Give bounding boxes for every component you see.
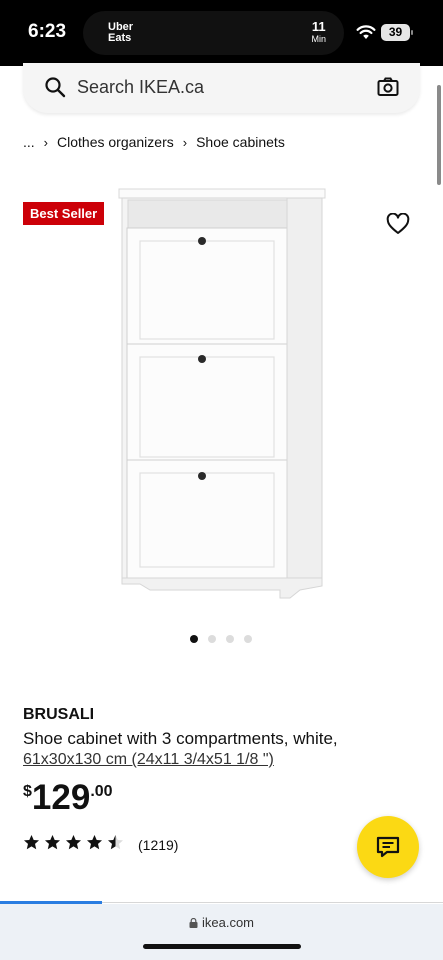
breadcrumb-item-shoe-cabinets[interactable]: Shoe cabinets <box>196 134 285 150</box>
product-image[interactable] <box>110 186 336 606</box>
search-bar[interactable]: Search IKEA.ca <box>23 63 420 113</box>
price-cents: .00 <box>90 783 113 800</box>
gallery-pagination[interactable] <box>190 635 252 643</box>
price-currency: $ <box>23 783 32 800</box>
camera-icon[interactable] <box>377 76 399 98</box>
breadcrumb-ellipsis[interactable]: ... <box>23 134 35 150</box>
chevron-right-icon: › <box>182 134 188 150</box>
url-display[interactable]: ikea.com <box>0 915 443 930</box>
star-icon <box>107 834 128 856</box>
chat-button[interactable] <box>357 816 419 878</box>
star-icon <box>86 834 107 856</box>
product-size-link[interactable]: 61x30x130 cm (24x11 3/4x51 1/8 ") <box>23 751 274 769</box>
gallery-dot[interactable] <box>226 635 234 643</box>
price-main: 129 <box>31 778 91 817</box>
product-rating[interactable]: (1219) <box>23 834 178 856</box>
search-icon[interactable] <box>44 76 66 98</box>
eta-number: 11 <box>311 19 326 34</box>
delivery-eta: 11 Min <box>311 20 326 45</box>
wifi-icon <box>356 25 376 39</box>
breadcrumb: ... › Clothes organizers › Shoe cabinets <box>23 134 285 150</box>
rating-stars <box>23 834 128 856</box>
eta-unit: Min <box>311 34 326 44</box>
scrollbar[interactable] <box>437 85 441 185</box>
star-icon <box>23 834 44 856</box>
home-indicator[interactable] <box>143 944 301 949</box>
uber-eats-logo: Uber Eats <box>108 21 134 44</box>
browser-address-bar[interactable]: ikea.com <box>0 904 443 960</box>
status-time: 6:23 <box>28 21 67 42</box>
star-icon <box>65 834 86 856</box>
battery-indicator: 39 <box>381 24 413 41</box>
gallery-dot[interactable] <box>190 635 198 643</box>
product-name: BRUSALI <box>23 706 95 723</box>
gallery-dot[interactable] <box>208 635 216 643</box>
star-icon <box>44 834 65 856</box>
dynamic-island[interactable]: Uber Eats 11 Min <box>83 11 344 55</box>
url-text: ikea.com <box>201 915 255 930</box>
chat-icon <box>376 836 400 858</box>
review-count[interactable]: (1219) <box>138 837 178 853</box>
breadcrumb-item-clothes-organizers[interactable]: Clothes organizers <box>57 134 174 150</box>
lock-icon <box>189 918 198 928</box>
search-input[interactable]: Search IKEA.ca <box>77 77 204 98</box>
product-price: $ 129 .00 <box>23 779 113 817</box>
gallery-dot[interactable] <box>244 635 252 643</box>
chevron-right-icon: › <box>43 134 49 150</box>
status-bar: 6:23 Uber Eats 11 Min 39 <box>0 0 443 66</box>
heart-icon[interactable] <box>386 213 410 235</box>
best-seller-badge: Best Seller <box>23 202 105 225</box>
product-description: Shoe cabinet with 3 compartments, white, <box>23 729 338 748</box>
